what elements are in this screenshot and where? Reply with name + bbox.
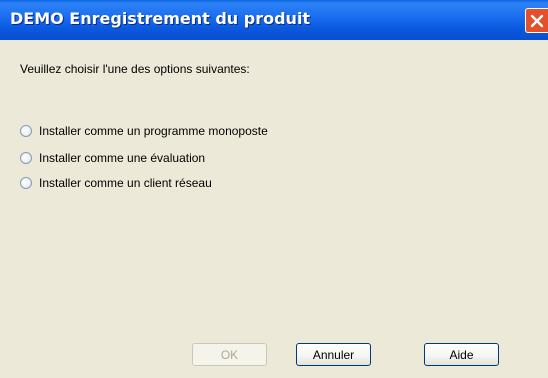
option-standalone[interactable]: Installer comme un programme monoposte (20, 123, 268, 139)
close-button[interactable] (525, 8, 548, 33)
help-button[interactable]: Aide (424, 343, 499, 366)
ok-button[interactable]: OK (192, 343, 267, 366)
cancel-button[interactable]: Annuler (296, 343, 371, 366)
instruction-text: Veuillez choisir l'une des options suiva… (20, 62, 250, 76)
radio-standalone[interactable] (20, 125, 32, 137)
dialog-window: DEMO Enregistrement du produit Veuillez … (0, 0, 548, 378)
radio-network-client[interactable] (20, 177, 32, 189)
option-label: Installer comme un programme monoposte (39, 124, 268, 138)
option-evaluation[interactable]: Installer comme une évaluation (20, 150, 205, 166)
option-label: Installer comme un client réseau (39, 176, 212, 190)
option-label: Installer comme une évaluation (39, 151, 206, 165)
radio-evaluation[interactable] (20, 152, 32, 164)
option-network-client[interactable]: Installer comme un client réseau (20, 175, 212, 191)
close-icon (530, 14, 544, 28)
title-bar[interactable]: DEMO Enregistrement du produit (0, 0, 548, 40)
window-title: DEMO Enregistrement du produit (10, 9, 311, 28)
